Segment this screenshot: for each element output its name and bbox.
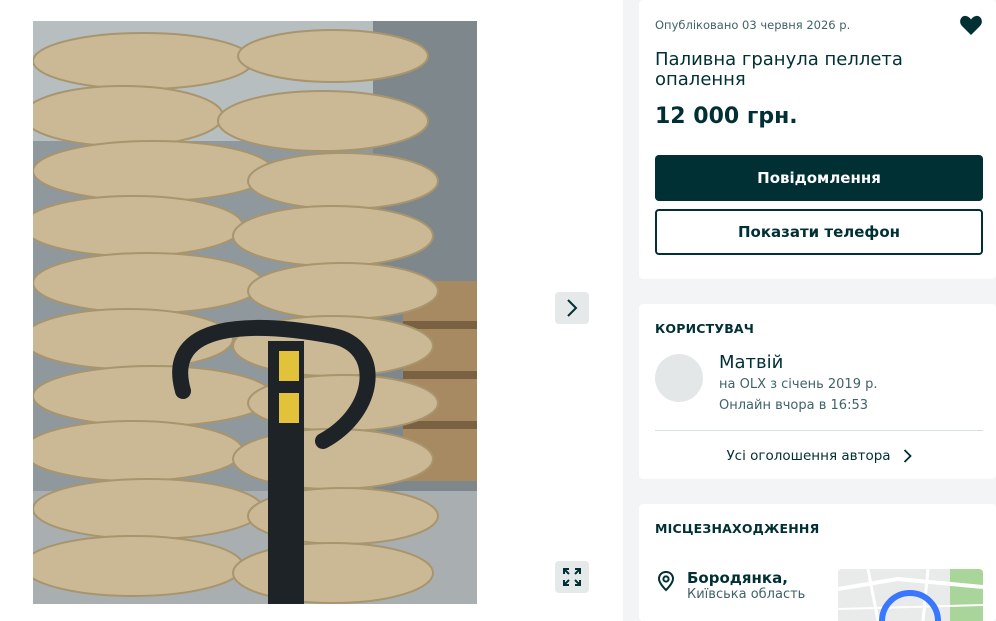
fullscreen-button[interactable] bbox=[555, 561, 589, 593]
offer-price: 12 000 грн. bbox=[655, 104, 798, 129]
user-card: КОРИСТУВАЧ Матвій на OLX з січень 2019 р… bbox=[639, 304, 996, 479]
map-thumbnail bbox=[838, 569, 983, 621]
user-section-heading: КОРИСТУВАЧ bbox=[655, 321, 755, 336]
offer-card: Опубліковано 03 червня 2026 р. Паливна г… bbox=[639, 0, 996, 279]
message-button[interactable]: Повідомлення bbox=[655, 155, 983, 201]
offer-title: Паливна гранула пеллета опалення bbox=[655, 49, 903, 90]
heart-icon bbox=[960, 15, 982, 36]
location-region: Київська область bbox=[687, 587, 806, 602]
photo-gallery bbox=[0, 0, 623, 621]
user-member-since: на OLX з січень 2019 р. bbox=[719, 377, 878, 392]
pellet-bags-image bbox=[33, 21, 477, 604]
all-author-ads-label: Усі оголошення автора bbox=[726, 448, 891, 464]
avatar bbox=[655, 354, 703, 402]
location-section-heading: МІСЦЕЗНАХОДЖЕННЯ bbox=[655, 521, 820, 536]
location-city: Бородянка, bbox=[687, 569, 788, 587]
location-card: МІСЦЕЗНАХОДЖЕННЯ Бородянка, Київська обл… bbox=[639, 504, 996, 621]
published-date: Опубліковано 03 червня 2026 р. bbox=[655, 18, 851, 32]
show-phone-button[interactable]: Показати телефон bbox=[655, 209, 983, 255]
listing-photo[interactable] bbox=[33, 21, 477, 604]
all-author-ads-link[interactable]: Усі оголошення автора bbox=[655, 444, 983, 468]
expand-icon bbox=[563, 568, 581, 586]
chevron-right-icon bbox=[903, 449, 912, 463]
chevron-right-icon bbox=[567, 299, 578, 317]
user-last-online: Онлайн вчора в 16:53 bbox=[719, 398, 868, 413]
map-pin-icon bbox=[657, 570, 675, 592]
divider bbox=[655, 430, 983, 431]
next-photo-button[interactable] bbox=[555, 292, 589, 324]
user-name: Матвій bbox=[719, 352, 784, 373]
location-map[interactable] bbox=[838, 569, 983, 621]
favorite-button[interactable] bbox=[959, 14, 983, 36]
